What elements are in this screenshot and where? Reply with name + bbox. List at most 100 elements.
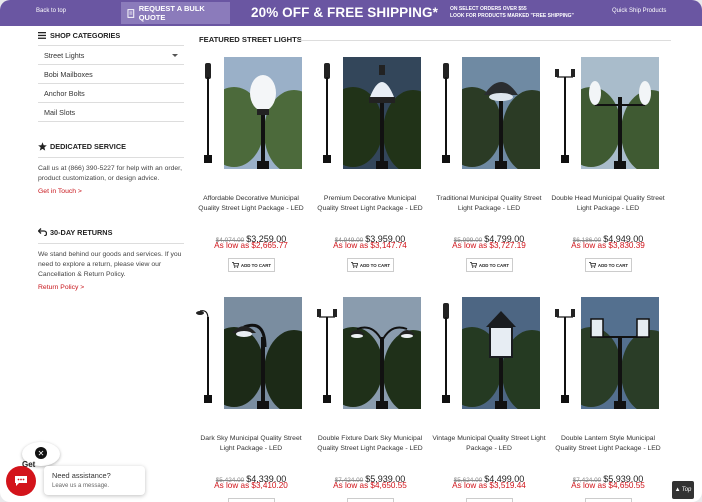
category-item-anchor-bolts[interactable]: Anchor Bolts <box>38 84 184 103</box>
category-label: Anchor Bolts <box>44 88 85 98</box>
chat-button[interactable] <box>6 466 36 496</box>
chevron-up-icon: ▲ <box>674 487 681 493</box>
product-photo[interactable] <box>581 57 659 169</box>
as-low-as-price: As low as $3,410.20 <box>214 481 288 490</box>
bulk-quote-label: REQUEST A BULK QUOTE <box>138 4 205 22</box>
return-policy-link[interactable]: Return Policy > <box>38 284 184 291</box>
add-to-cart-button[interactable]: ADD TO CART <box>585 258 632 272</box>
product-photo[interactable] <box>462 57 540 169</box>
product-thumbnail[interactable] <box>313 297 341 409</box>
chat-icon <box>15 476 27 486</box>
product-images[interactable] <box>432 57 546 169</box>
as-low-as-price: As low as $3,830.39 <box>571 241 645 250</box>
service-text: Call us at (866) 390-5227 for help with … <box>38 165 182 182</box>
promo-details: ON SELECT ORDERS OVER $55 LOOK FOR PRODU… <box>450 6 574 20</box>
add-to-cart-button[interactable]: ADD TO CART <box>347 498 394 502</box>
product-thumbnail[interactable] <box>551 297 579 409</box>
product-name[interactable]: Double Lantern Style Municipal Quality S… <box>551 434 665 454</box>
categories-heading: SHOP CATEGORIES <box>38 28 184 42</box>
add-to-cart-label: ADD TO CART <box>478 262 510 268</box>
category-item-bobi-mailboxes[interactable]: Bobi Mailboxes <box>38 65 184 84</box>
chat-prompt[interactable]: Need assistance? Leave us a message. <box>44 466 145 495</box>
categories-title: SHOP CATEGORIES <box>50 30 121 40</box>
product-images[interactable] <box>551 297 665 409</box>
get-in-touch-link[interactable]: Get in Touch > <box>38 188 184 195</box>
divider <box>38 243 184 244</box>
service-title: DEDICATED SERVICE <box>50 141 126 151</box>
promo-sub-line2: LOOK FOR PRODUCTS MARKED "FREE SHIPPING" <box>450 13 574 19</box>
product-name[interactable]: Vintage Municipal Quality Street Light P… <box>432 434 546 454</box>
menu-icon <box>38 31 48 39</box>
as-low-as-price: As low as $3,147.74 <box>333 241 407 250</box>
add-to-cart-button[interactable]: ADD TO CART <box>347 258 394 272</box>
product-images[interactable] <box>313 57 427 169</box>
product-name[interactable]: Traditional Municipal Quality Street Lig… <box>432 194 546 214</box>
product-photo[interactable] <box>581 297 659 409</box>
product-name[interactable]: Double Fixture Dark Sky Municipal Qualit… <box>313 434 427 454</box>
return-arrow-icon <box>38 228 48 236</box>
product-photo[interactable] <box>224 297 302 409</box>
product-thumbnail[interactable] <box>194 57 222 169</box>
promo-headline: 20% OFF & FREE SHIPPING* <box>251 5 438 20</box>
add-to-cart-button[interactable]: ADD TO CART <box>585 498 632 502</box>
returns-heading: 30-DAY RETURNS <box>38 225 184 239</box>
chevron-down-icon[interactable] <box>172 53 178 57</box>
as-low-as-price: As low as $4,650.55 <box>333 481 407 490</box>
product-photo[interactable] <box>343 297 421 409</box>
service-heading: DEDICATED SERVICE <box>38 139 184 153</box>
product-photo[interactable] <box>224 57 302 169</box>
add-to-cart-label: ADD TO CART <box>359 262 391 268</box>
close-icon[interactable]: ✕ <box>35 447 47 459</box>
product-name[interactable]: Dark Sky Municipal Quality Street Light … <box>194 434 308 454</box>
product-name[interactable]: Double Head Municipal Quality Street Lig… <box>551 194 665 214</box>
service-section: DEDICATED SERVICE Call us at (866) 390-5… <box>38 139 184 195</box>
product-images[interactable] <box>313 297 427 409</box>
product-thumbnail[interactable] <box>194 297 222 409</box>
product-thumbnail[interactable] <box>551 57 579 169</box>
quick-ship-link[interactable]: Quick Ship Products <box>612 8 666 14</box>
returns-section: 30-DAY RETURNS We stand behind our goods… <box>38 225 184 291</box>
product-photo[interactable] <box>343 57 421 169</box>
product-images[interactable] <box>194 57 308 169</box>
product-thumbnail[interactable] <box>432 297 460 409</box>
category-label: Street Lights <box>44 50 85 60</box>
add-to-cart-button[interactable]: ADD TO CART <box>228 258 275 272</box>
page: Back to top REQUEST A BULK QUOTE 20% OFF… <box>0 0 702 502</box>
category-label: Bobi Mailboxes <box>44 69 93 79</box>
product-images[interactable] <box>432 297 546 409</box>
promo-banner: Back to top REQUEST A BULK QUOTE 20% OFF… <box>0 0 702 26</box>
category-item-street-lights[interactable]: Street Lights <box>38 46 184 65</box>
as-low-as-price: As low as $4,650.55 <box>571 481 645 490</box>
document-icon <box>127 8 135 18</box>
category-item-mail-slots[interactable]: Mail Slots <box>38 103 184 122</box>
bulk-quote-button[interactable]: REQUEST A BULK QUOTE <box>121 2 230 24</box>
returns-title: 30-DAY RETURNS <box>50 227 113 237</box>
star-icon <box>38 141 48 151</box>
add-to-cart-button[interactable]: ADD TO CART <box>466 498 513 502</box>
scroll-top-button[interactable]: ▲ Top <box>672 481 694 499</box>
section-divider <box>299 40 671 41</box>
as-low-as-price: As low as $2,665.77 <box>214 241 288 250</box>
product-images[interactable] <box>194 297 308 409</box>
back-to-top-link[interactable]: Back to top <box>36 8 66 14</box>
product-thumbnail[interactable] <box>432 57 460 169</box>
product-thumbnail[interactable] <box>313 57 341 169</box>
category-list: Street Lights Bobi Mailboxes Anchor Bolt… <box>38 45 184 122</box>
chat-need-help: Need assistance? <box>52 471 111 480</box>
add-to-cart-button[interactable]: ADD TO CART <box>466 258 513 272</box>
cart-icon <box>350 262 358 268</box>
chat-leave-message: Leave us a message. <box>52 483 110 489</box>
as-low-as-price: As low as $3,727.19 <box>452 241 526 250</box>
product-name[interactable]: Affordable Decorative Municipal Quality … <box>194 194 308 214</box>
section-title: FEATURED STREET LIGHTS <box>199 35 302 44</box>
promo-sub-line1: ON SELECT ORDERS OVER $55 <box>450 6 527 12</box>
product-images[interactable] <box>551 57 665 169</box>
cart-icon <box>231 262 239 268</box>
add-to-cart-button[interactable]: ADD TO CART <box>228 498 275 502</box>
sidebar: SHOP CATEGORIES Street Lights Bobi Mailb… <box>38 28 184 291</box>
cart-icon <box>469 262 477 268</box>
product-photo[interactable] <box>462 297 540 409</box>
product-name[interactable]: Premium Decorative Municipal Quality Str… <box>313 194 427 214</box>
as-low-as-price: As low as $3,519.44 <box>452 481 526 490</box>
cart-icon <box>588 262 596 268</box>
